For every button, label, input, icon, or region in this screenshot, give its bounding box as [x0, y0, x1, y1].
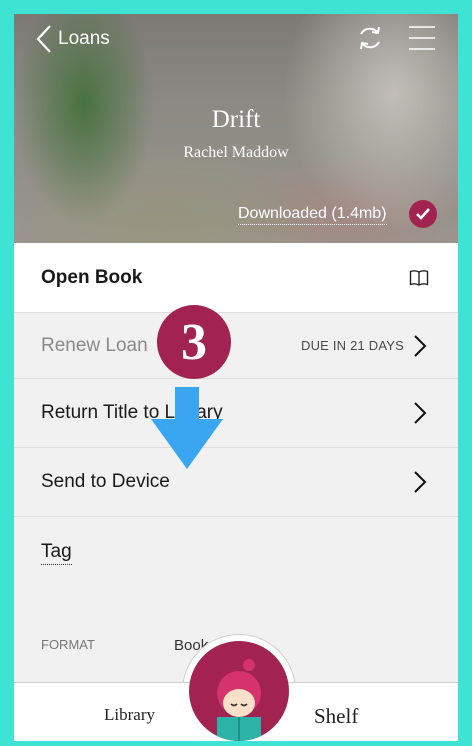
renew-loan-label: Renew Loan — [41, 334, 148, 356]
return-title-row[interactable]: Return Title to Library — [14, 379, 458, 448]
open-book-icon — [409, 269, 429, 286]
open-book-row[interactable]: Open Book — [14, 243, 458, 313]
renew-loan-row[interactable]: Renew Loan DUE IN 21 DAYS — [14, 313, 458, 379]
downloaded-check-badge — [409, 200, 437, 228]
chevron-right-icon — [414, 471, 427, 493]
step-number-badge: 3 — [157, 305, 231, 379]
back-button[interactable]: Loans — [36, 24, 110, 54]
chevron-right-icon — [414, 402, 427, 424]
chevron-left-icon — [36, 25, 51, 53]
nav-library-tab[interactable]: Library — [104, 705, 155, 725]
book-author: Rachel Maddow — [183, 144, 289, 161]
back-label: Loans — [58, 28, 110, 49]
send-to-device-label: Send to Device — [41, 471, 170, 492]
arrow-down-icon — [151, 387, 223, 469]
sync-icon — [360, 26, 380, 50]
send-to-device-row[interactable]: Send to Device — [14, 448, 458, 517]
tag-link[interactable]: Tag — [41, 541, 72, 565]
format-label: FORMAT — [41, 637, 95, 652]
tag-section: Tag — [14, 517, 458, 627]
reader-girl-icon — [217, 659, 261, 741]
app-screen: Loans Drift Rachel Maddow Downloaded (1.… — [14, 14, 458, 741]
open-book-label: Open Book — [41, 266, 143, 288]
chevron-right-icon — [414, 334, 427, 357]
book-title: Drift — [211, 106, 261, 133]
sync-button[interactable] — [356, 24, 384, 57]
menu-button[interactable] — [408, 25, 436, 56]
checkmark-icon — [416, 208, 430, 220]
due-date-text: DUE IN 21 DAYS — [301, 338, 404, 353]
hamburger-menu-icon — [409, 26, 435, 50]
nav-shelf-tab[interactable]: Shelf — [314, 704, 358, 729]
reader-avatar-button[interactable] — [189, 641, 289, 741]
book-cover-header: Loans Drift Rachel Maddow Downloaded (1.… — [14, 14, 458, 243]
top-bar: Loans — [14, 14, 458, 64]
download-status-link[interactable]: Downloaded (1.4mb) — [238, 205, 387, 225]
